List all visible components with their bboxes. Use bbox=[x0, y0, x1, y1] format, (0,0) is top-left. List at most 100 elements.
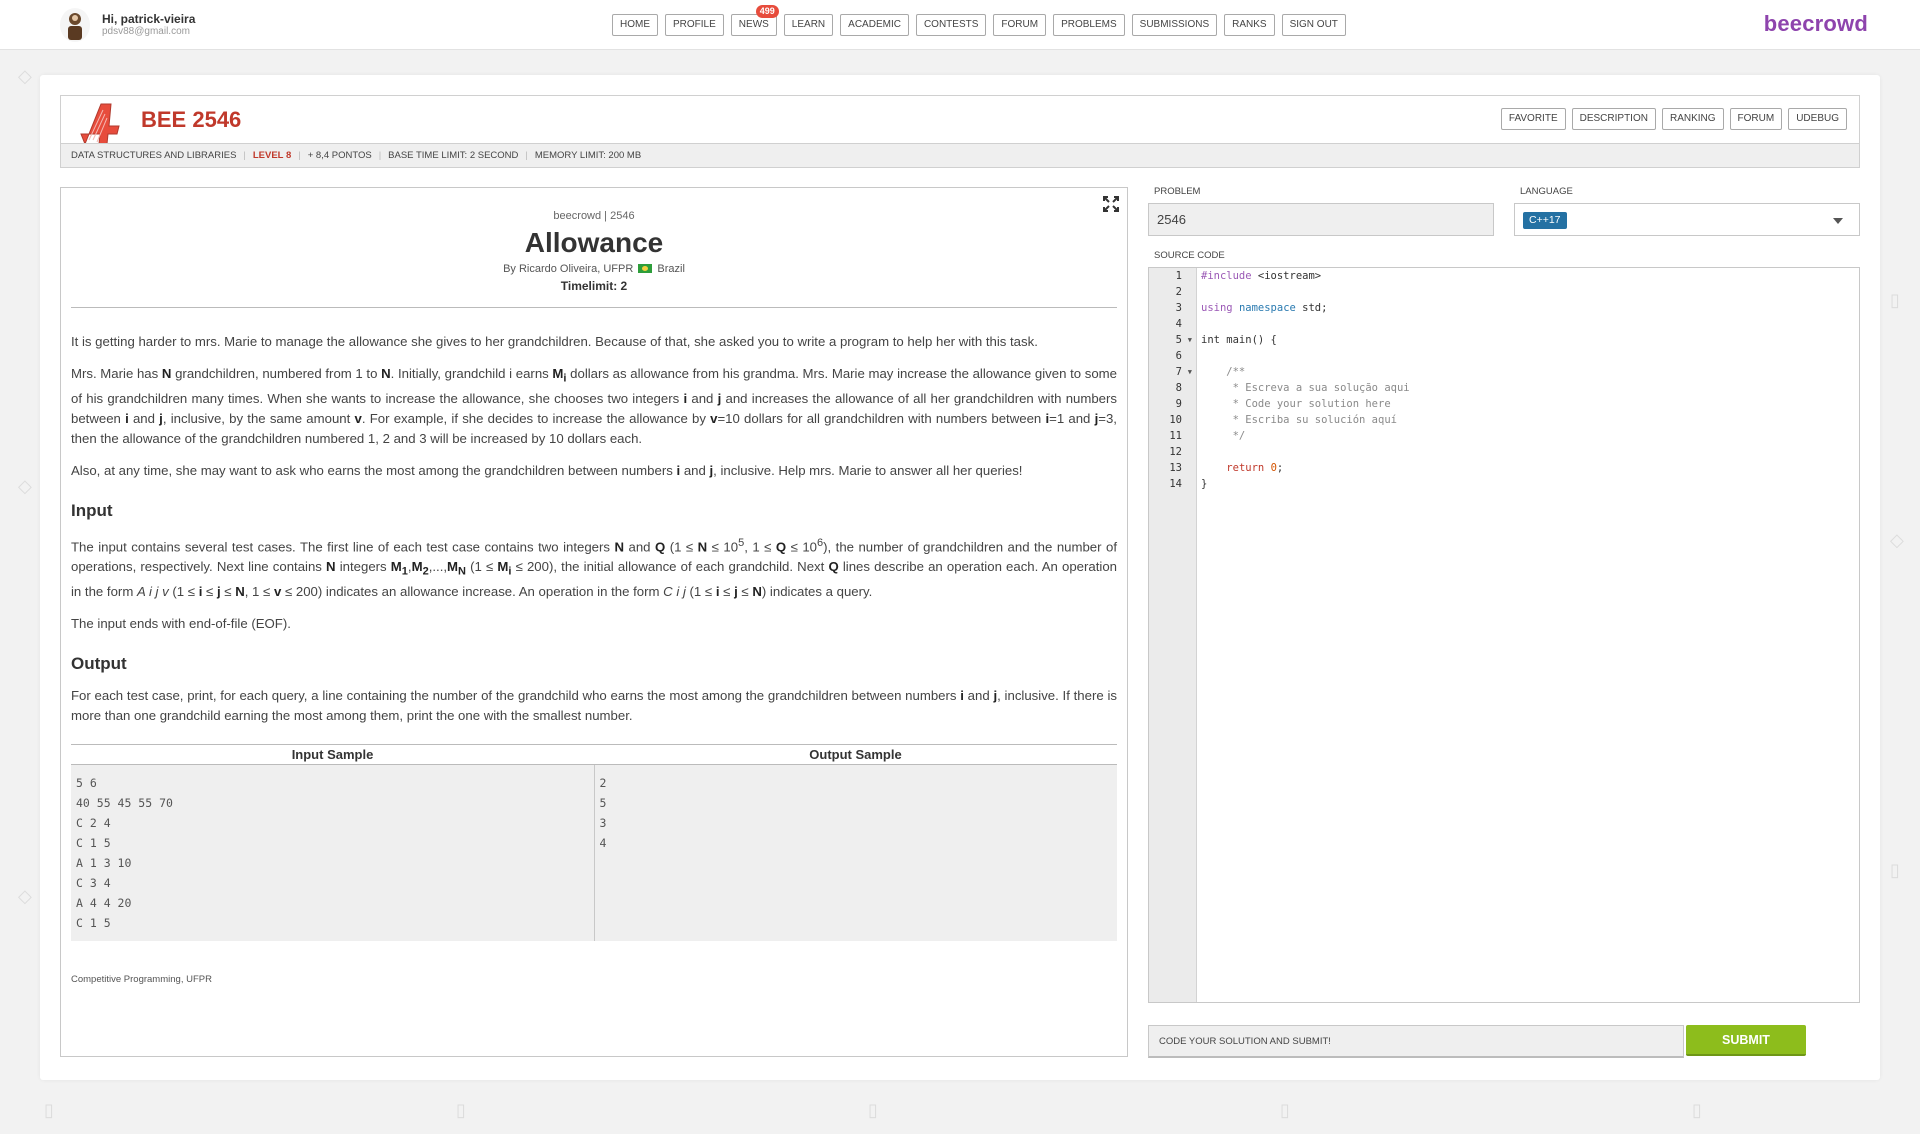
sample-line: C 2 4 bbox=[76, 815, 111, 830]
tab-favorite[interactable]: FAVORITE bbox=[1500, 108, 1566, 130]
statement-paragraph: Mrs. Marie has N grandchildren, numbered… bbox=[71, 366, 1118, 446]
problem-meta-bar: DATA STRUCTURES AND LIBRARIES | LEVEL 8 … bbox=[61, 143, 1859, 167]
background-decoration: ◇ bbox=[1890, 530, 1904, 550]
line-number: 13 bbox=[1169, 462, 1182, 474]
problem-number-field[interactable]: 2546 bbox=[1148, 203, 1494, 236]
expand-icon[interactable] bbox=[1103, 196, 1119, 217]
problem-header: BEE 2546 FAVORITE DESCRIPTION RANKING FO… bbox=[60, 95, 1860, 168]
sample-line: 40 55 45 55 70 bbox=[76, 795, 173, 810]
line-number-foldable[interactable]: 7 ▼ bbox=[1149, 364, 1196, 380]
avatar[interactable] bbox=[60, 8, 90, 42]
brazil-flag-icon bbox=[638, 264, 653, 273]
tab-ranking[interactable]: RANKING bbox=[1661, 108, 1724, 130]
source-code-label: SOURCE CODE bbox=[1154, 250, 1225, 261]
line-number: 5 bbox=[1175, 334, 1182, 346]
meta-divider: | bbox=[298, 150, 301, 161]
problem-statement: It is getting harder to mrs. Marie to ma… bbox=[61, 332, 1127, 726]
sample-line: A 4 4 20 bbox=[76, 895, 132, 910]
problem-title: Allowance bbox=[524, 227, 664, 258]
problem-code-title: BEE 2546 bbox=[141, 107, 242, 132]
statement-paragraph: Also, at any time, she may want to ask w… bbox=[71, 462, 1023, 478]
tab-forum[interactable]: FORUM bbox=[1729, 108, 1783, 130]
code-line: using namespace std; bbox=[1201, 302, 1328, 314]
problem-label: PROBLEM bbox=[1154, 186, 1201, 197]
problem-description-panel: beecrowd | 2546 Allowance By Ricardo Oli… bbox=[60, 187, 1128, 1057]
line-number-gutter: 1 2 3 4 5 ▼ 6 7 ▼ 8 9 10 11 12 13 14 bbox=[1149, 268, 1197, 1002]
submit-message-field: CODE YOUR SOLUTION AND SUBMIT! bbox=[1148, 1025, 1684, 1058]
code-line: #include <iostream> bbox=[1201, 270, 1322, 282]
code-line: * Escreva a sua solução aqui bbox=[1201, 382, 1410, 394]
language-select[interactable]: C++17 bbox=[1514, 203, 1860, 236]
background-decoration: ▯ bbox=[44, 1100, 54, 1120]
background-decoration: ◇ bbox=[18, 66, 32, 86]
problem-source: beecrowd | 2546 bbox=[553, 210, 635, 222]
input-paragraph: The input contains several test cases. T… bbox=[71, 536, 1118, 599]
nav-learn-button[interactable]: LEARN bbox=[783, 14, 834, 36]
problem-timelimit: Timelimit: 2 bbox=[560, 279, 628, 293]
problem-category: DATA STRUCTURES AND LIBRARIES bbox=[71, 150, 237, 161]
statement-paragraph: It is getting harder to mrs. Marie to ma… bbox=[71, 334, 1038, 349]
input-sample-cell[interactable]: 5 6 40 55 45 55 70 C 2 4 C 1 5 A 1 3 10 … bbox=[71, 764, 595, 941]
fold-arrow-icon[interactable]: ▼ bbox=[1188, 332, 1192, 348]
background-decoration: ◇ bbox=[18, 476, 32, 496]
problem-points: + 8,4 PONTOS bbox=[307, 150, 372, 161]
submit-button[interactable]: SUBMIT bbox=[1686, 1025, 1806, 1056]
meta-divider: | bbox=[525, 150, 528, 161]
nav-problems-button[interactable]: PROBLEMS bbox=[1053, 14, 1125, 36]
main-card: BEE 2546 FAVORITE DESCRIPTION RANKING FO… bbox=[40, 75, 1880, 1080]
input-heading: Input bbox=[71, 500, 113, 520]
nav-forum-button[interactable]: FORUM bbox=[993, 14, 1047, 36]
code-editor[interactable]: 1 2 3 4 5 ▼ 6 7 ▼ 8 9 10 11 12 13 14 #incl… bbox=[1148, 267, 1860, 1003]
nav-academic-button[interactable]: ACADEMIC bbox=[840, 14, 909, 36]
top-navigation-bar: Hi, patrick-vieira pdsv88@gmail.com HOME… bbox=[0, 0, 1920, 50]
output-heading: Output bbox=[71, 653, 127, 673]
user-info[interactable]: Hi, patrick-vieira pdsv88@gmail.com bbox=[60, 8, 195, 42]
line-number: 10 bbox=[1169, 414, 1182, 426]
fold-arrow-icon[interactable]: ▼ bbox=[1188, 364, 1192, 380]
user-email: pdsv88@gmail.com bbox=[102, 26, 190, 37]
line-number: 14 bbox=[1169, 478, 1182, 490]
output-sample-cell[interactable]: 2 5 3 4 bbox=[594, 764, 1117, 941]
background-decoration: ▯ bbox=[456, 1100, 466, 1120]
nav-ranks-button[interactable]: RANKS bbox=[1224, 14, 1275, 36]
nav-home-button[interactable]: HOME bbox=[612, 14, 658, 36]
nav-contests-button[interactable]: CONTESTS bbox=[915, 14, 987, 36]
background-decoration: ◇ bbox=[18, 886, 32, 906]
user-greeting: Hi, patrick-vieira bbox=[102, 12, 196, 26]
sample-line: 2 bbox=[599, 775, 607, 790]
tab-udebug[interactable]: UDEBUG bbox=[1788, 108, 1847, 130]
sample-line: 5 bbox=[599, 795, 607, 810]
code-line: /** bbox=[1201, 366, 1246, 378]
nav-profile-button[interactable]: PROFILE bbox=[665, 14, 724, 36]
sample-line: C 3 4 bbox=[76, 875, 111, 890]
brand-logo[interactable]: beecrowd bbox=[1764, 11, 1868, 37]
line-number-foldable[interactable]: 5 ▼ bbox=[1149, 332, 1196, 348]
samples-table: Input Sample Output Sample 5 6 40 55 45 … bbox=[71, 743, 1117, 941]
author-name: By Ricardo Oliveira, UFPR bbox=[503, 263, 634, 275]
main-navigation: HOME PROFILE NEWS 499 LEARN ACADEMIC CON… bbox=[612, 5, 1346, 36]
meta-divider: | bbox=[243, 150, 246, 161]
line-number: 11 bbox=[1169, 430, 1182, 442]
sample-line: 3 bbox=[599, 815, 607, 830]
news-count-badge: 499 bbox=[755, 5, 779, 18]
chevron-down-icon bbox=[1833, 218, 1843, 224]
line-number: 4 bbox=[1175, 318, 1182, 330]
author-country: Brazil bbox=[657, 263, 685, 275]
line-number: 7 bbox=[1175, 366, 1182, 378]
code-content[interactable]: #include <iostream> using namespace std;… bbox=[1201, 268, 1859, 492]
code-line: int main() { bbox=[1201, 334, 1277, 346]
nav-sign-out-button[interactable]: SIGN OUT bbox=[1281, 14, 1346, 36]
code-line: */ bbox=[1201, 430, 1246, 442]
nav-submissions-button[interactable]: SUBMISSIONS bbox=[1131, 14, 1218, 36]
sample-line: C 1 5 bbox=[76, 915, 111, 930]
background-decoration: ▯ bbox=[1890, 860, 1900, 880]
nav-news-label: NEWS bbox=[738, 19, 769, 30]
language-label: LANGUAGE bbox=[1520, 186, 1573, 197]
tab-description[interactable]: DESCRIPTION bbox=[1571, 108, 1656, 130]
background-decoration: ▯ bbox=[868, 1100, 878, 1120]
nav-news-button[interactable]: NEWS 499 bbox=[730, 5, 779, 36]
output-paragraph: For each test case, print, for each quer… bbox=[71, 687, 1117, 723]
code-line: return 0; bbox=[1226, 462, 1284, 474]
